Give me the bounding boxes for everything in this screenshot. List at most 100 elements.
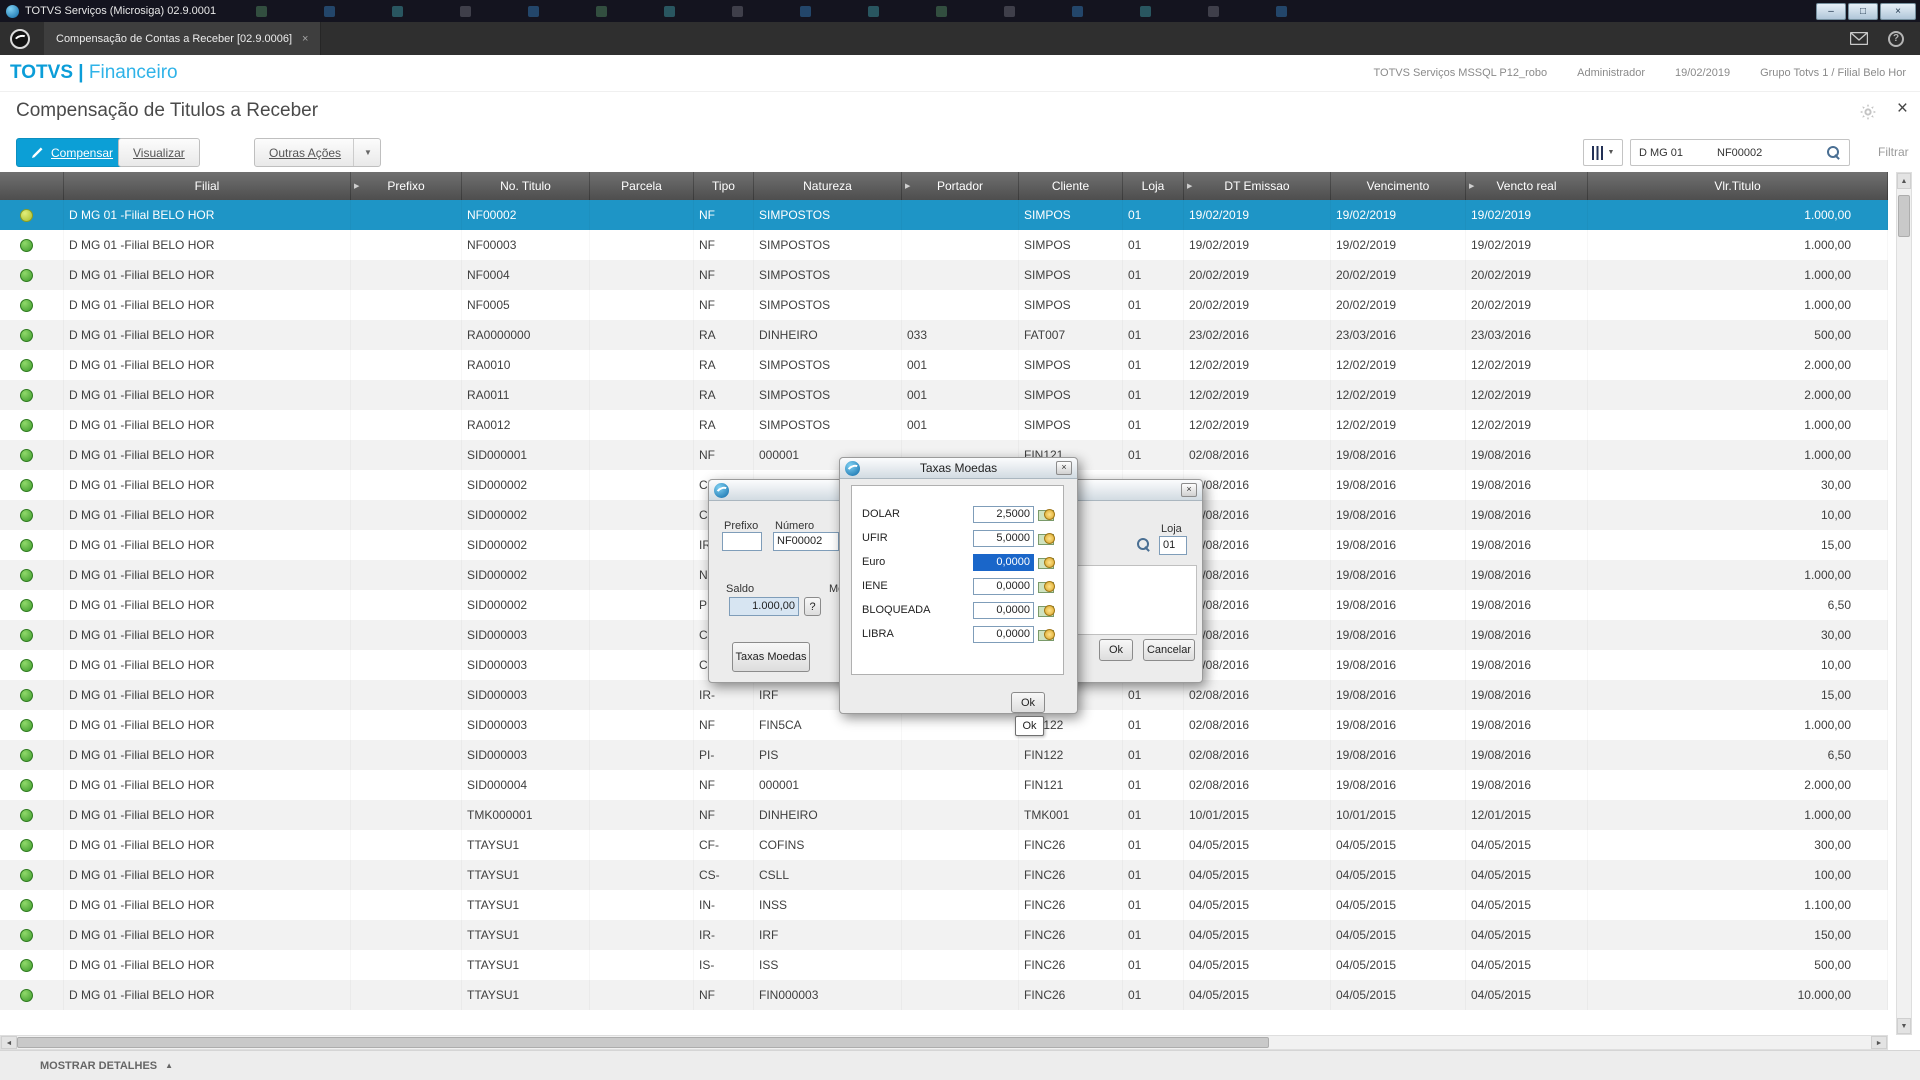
numero-input[interactable]: NF00002 [773,532,839,551]
currency-input[interactable]: 0,0000 [973,601,1034,619]
mostrar-detalhes-label[interactable]: MOSTRAR DETALHES [40,1060,157,1072]
table-cell: D MG 01 -Filial BELO HOR [64,740,351,770]
column-header[interactable]: Filial [64,172,351,200]
table-cell [590,650,694,680]
status-dot-icon [20,988,33,1002]
status-cell [0,350,64,380]
table-row[interactable]: D MG 01 -Filial BELO HOR TMK000001 NF DINHE… [0,800,1888,830]
table-row[interactable]: D MG 01 -Filial BELO HOR RA0000000 RA DINHE… [0,320,1888,350]
table-row[interactable]: D MG 01 -Filial BELO HOR SID000003 PI- PIS F… [0,740,1888,770]
column-config-button[interactable]: ▼ [1583,139,1623,166]
table-row[interactable]: D MG 01 -Filial BELO HOR TTAYSU1 CS- CSLL FI… [0,860,1888,890]
loja-search-icon[interactable] [1137,538,1151,552]
table-cell: 19/08/2016 [1466,500,1588,530]
table-row[interactable]: D MG 01 -Filial BELO HOR TTAYSU1 IS- ISS FIN… [0,950,1888,980]
currency-input[interactable]: 0,0000 [973,625,1034,643]
search-value[interactable]: NF00002 [1717,147,1762,159]
minimize-button[interactable]: – [1816,2,1846,20]
search-scope[interactable]: D MG 01 [1639,147,1683,159]
search-input[interactable]: D MG 01 NF00002 [1630,139,1850,166]
status-cell [0,860,64,890]
dialog-cancelar-button[interactable]: Cancelar [1143,639,1195,661]
help-icon[interactable]: ? [1888,30,1904,47]
horizontal-scroll-thumb[interactable] [17,1037,1269,1048]
currency-input[interactable]: 0,0000 [973,577,1034,595]
table-cell [590,380,694,410]
scroll-left-icon[interactable]: ◄ [1,1036,17,1049]
table-cell: 04/05/2015 [1184,920,1331,950]
column-header[interactable]: Prefixo [351,172,462,200]
scroll-up-icon[interactable]: ▲ [1897,173,1911,189]
column-header[interactable]: Vencto real [1466,172,1588,200]
column-header[interactable]: No. Titulo [462,172,590,200]
table-cell: RA0011 [462,380,590,410]
table-cell: 19/08/2016 [1331,470,1466,500]
horizontal-scrollbar[interactable]: ◄ ► [0,1035,1888,1050]
table-cell: 19/02/2019 [1184,230,1331,260]
page-close-icon[interactable]: × [1897,98,1908,120]
column-header[interactable]: Tipo [694,172,754,200]
table-row[interactable]: D MG 01 -Filial BELO HOR RA0011 RA SIMPOSTO… [0,380,1888,410]
floating-ok-button[interactable]: Ok [1015,716,1044,736]
vertical-scroll-thumb[interactable] [1898,195,1910,237]
vertical-scrollbar[interactable]: ▲ ▼ [1896,172,1912,1035]
table-row[interactable]: D MG 01 -Filial BELO HOR TTAYSU1 CF- COFINS… [0,830,1888,860]
window-close-button[interactable]: × [1880,2,1916,20]
table-cell: D MG 01 -Filial BELO HOR [64,470,351,500]
dialog-title-bar[interactable]: Taxas Moedas × [840,458,1077,479]
saldo-help-button[interactable]: ? [804,597,821,616]
table-row[interactable]: D MG 01 -Filial BELO HOR NF00002 NF SIMPOST… [0,200,1888,230]
currency-input[interactable]: 5,0000 [973,529,1034,547]
column-header[interactable]: Parcela [590,172,694,200]
saldo-input[interactable]: 1.000,00 [729,597,799,616]
column-header[interactable]: Natureza [754,172,902,200]
currency-input[interactable]: 2,5000 [973,505,1034,523]
table-row[interactable]: D MG 01 -Filial BELO HOR TTAYSU1 IN- INSS FI… [0,890,1888,920]
table-row[interactable]: D MG 01 -Filial BELO HOR RA0012 RA SIMPOSTO… [0,410,1888,440]
column-header[interactable]: Loja [1123,172,1184,200]
table-cell: FINC26 [1019,980,1123,1010]
table-cell: D MG 01 -Filial BELO HOR [64,260,351,290]
dialog-close-icon[interactable]: × [1181,483,1197,497]
filtrar-label[interactable]: Filtrar [1878,145,1909,159]
dialog-ok-button[interactable]: Ok [1099,639,1133,661]
table-cell: D MG 01 -Filial BELO HOR [64,590,351,620]
table-row[interactable]: D MG 01 -Filial BELO HOR TTAYSU1 NF FIN0000… [0,980,1888,1010]
currency-label: Euro [862,556,886,568]
column-header[interactable]: Cliente [1019,172,1123,200]
search-icon[interactable] [1827,145,1841,160]
table-cell: 19/08/2016 [1466,740,1588,770]
taxas-ok-button[interactable]: Ok [1011,692,1045,713]
outras-acoes-button[interactable]: Outras Ações ▼ [254,138,381,167]
visualizar-button[interactable]: Visualizar [118,138,200,167]
table-row[interactable]: D MG 01 -Filial BELO HOR NF0005 NF SIMPOSTO… [0,290,1888,320]
loja-input[interactable]: 01 [1159,536,1187,555]
chevron-up-icon[interactable]: ▲ [165,1061,173,1070]
column-header[interactable]: Vlr.Titulo [1588,172,1888,200]
column-header[interactable]: Portador [902,172,1019,200]
mail-icon[interactable] [1850,32,1868,45]
tab-label: Compensação de Contas a Receber [02.9.00… [56,32,293,45]
column-header[interactable]: DT Emissao [1184,172,1331,200]
taxas-moedas-button[interactable]: Taxas Moedas [732,642,810,672]
table-cell: 12/02/2019 [1184,350,1331,380]
table-row[interactable]: D MG 01 -Filial BELO HOR NF0004 NF SIMPOSTO… [0,260,1888,290]
table-row[interactable]: D MG 01 -Filial BELO HOR SID000003 NF FIN5C… [0,710,1888,740]
currency-input[interactable]: 0,0000 [973,553,1034,571]
column-header[interactable] [0,172,64,200]
table-row[interactable]: D MG 01 -Filial BELO HOR RA0010 RA SIMPOSTO… [0,350,1888,380]
tab-close-icon[interactable]: × [302,33,308,45]
prefixo-input[interactable] [722,532,762,551]
scroll-right-icon[interactable]: ► [1871,1036,1887,1049]
column-header[interactable]: Vencimento [1331,172,1466,200]
scroll-down-icon[interactable]: ▼ [1897,1018,1911,1034]
table-row[interactable]: D MG 01 -Filial BELO HOR TTAYSU1 IR- IRF FIN… [0,920,1888,950]
compensar-button[interactable]: Compensar [16,138,129,167]
tab-compensacao[interactable]: Compensação de Contas a Receber [02.9.00… [44,22,322,55]
table-row[interactable]: D MG 01 -Filial BELO HOR NF00003 NF SIMPOST… [0,230,1888,260]
table-cell: NF [694,980,754,1010]
table-row[interactable]: D MG 01 -Filial BELO HOR SID000004 NF 00000… [0,770,1888,800]
gear-icon[interactable] [1860,104,1876,120]
dialog-close-icon[interactable]: × [1056,461,1072,475]
maximize-button[interactable]: □ [1848,2,1878,20]
